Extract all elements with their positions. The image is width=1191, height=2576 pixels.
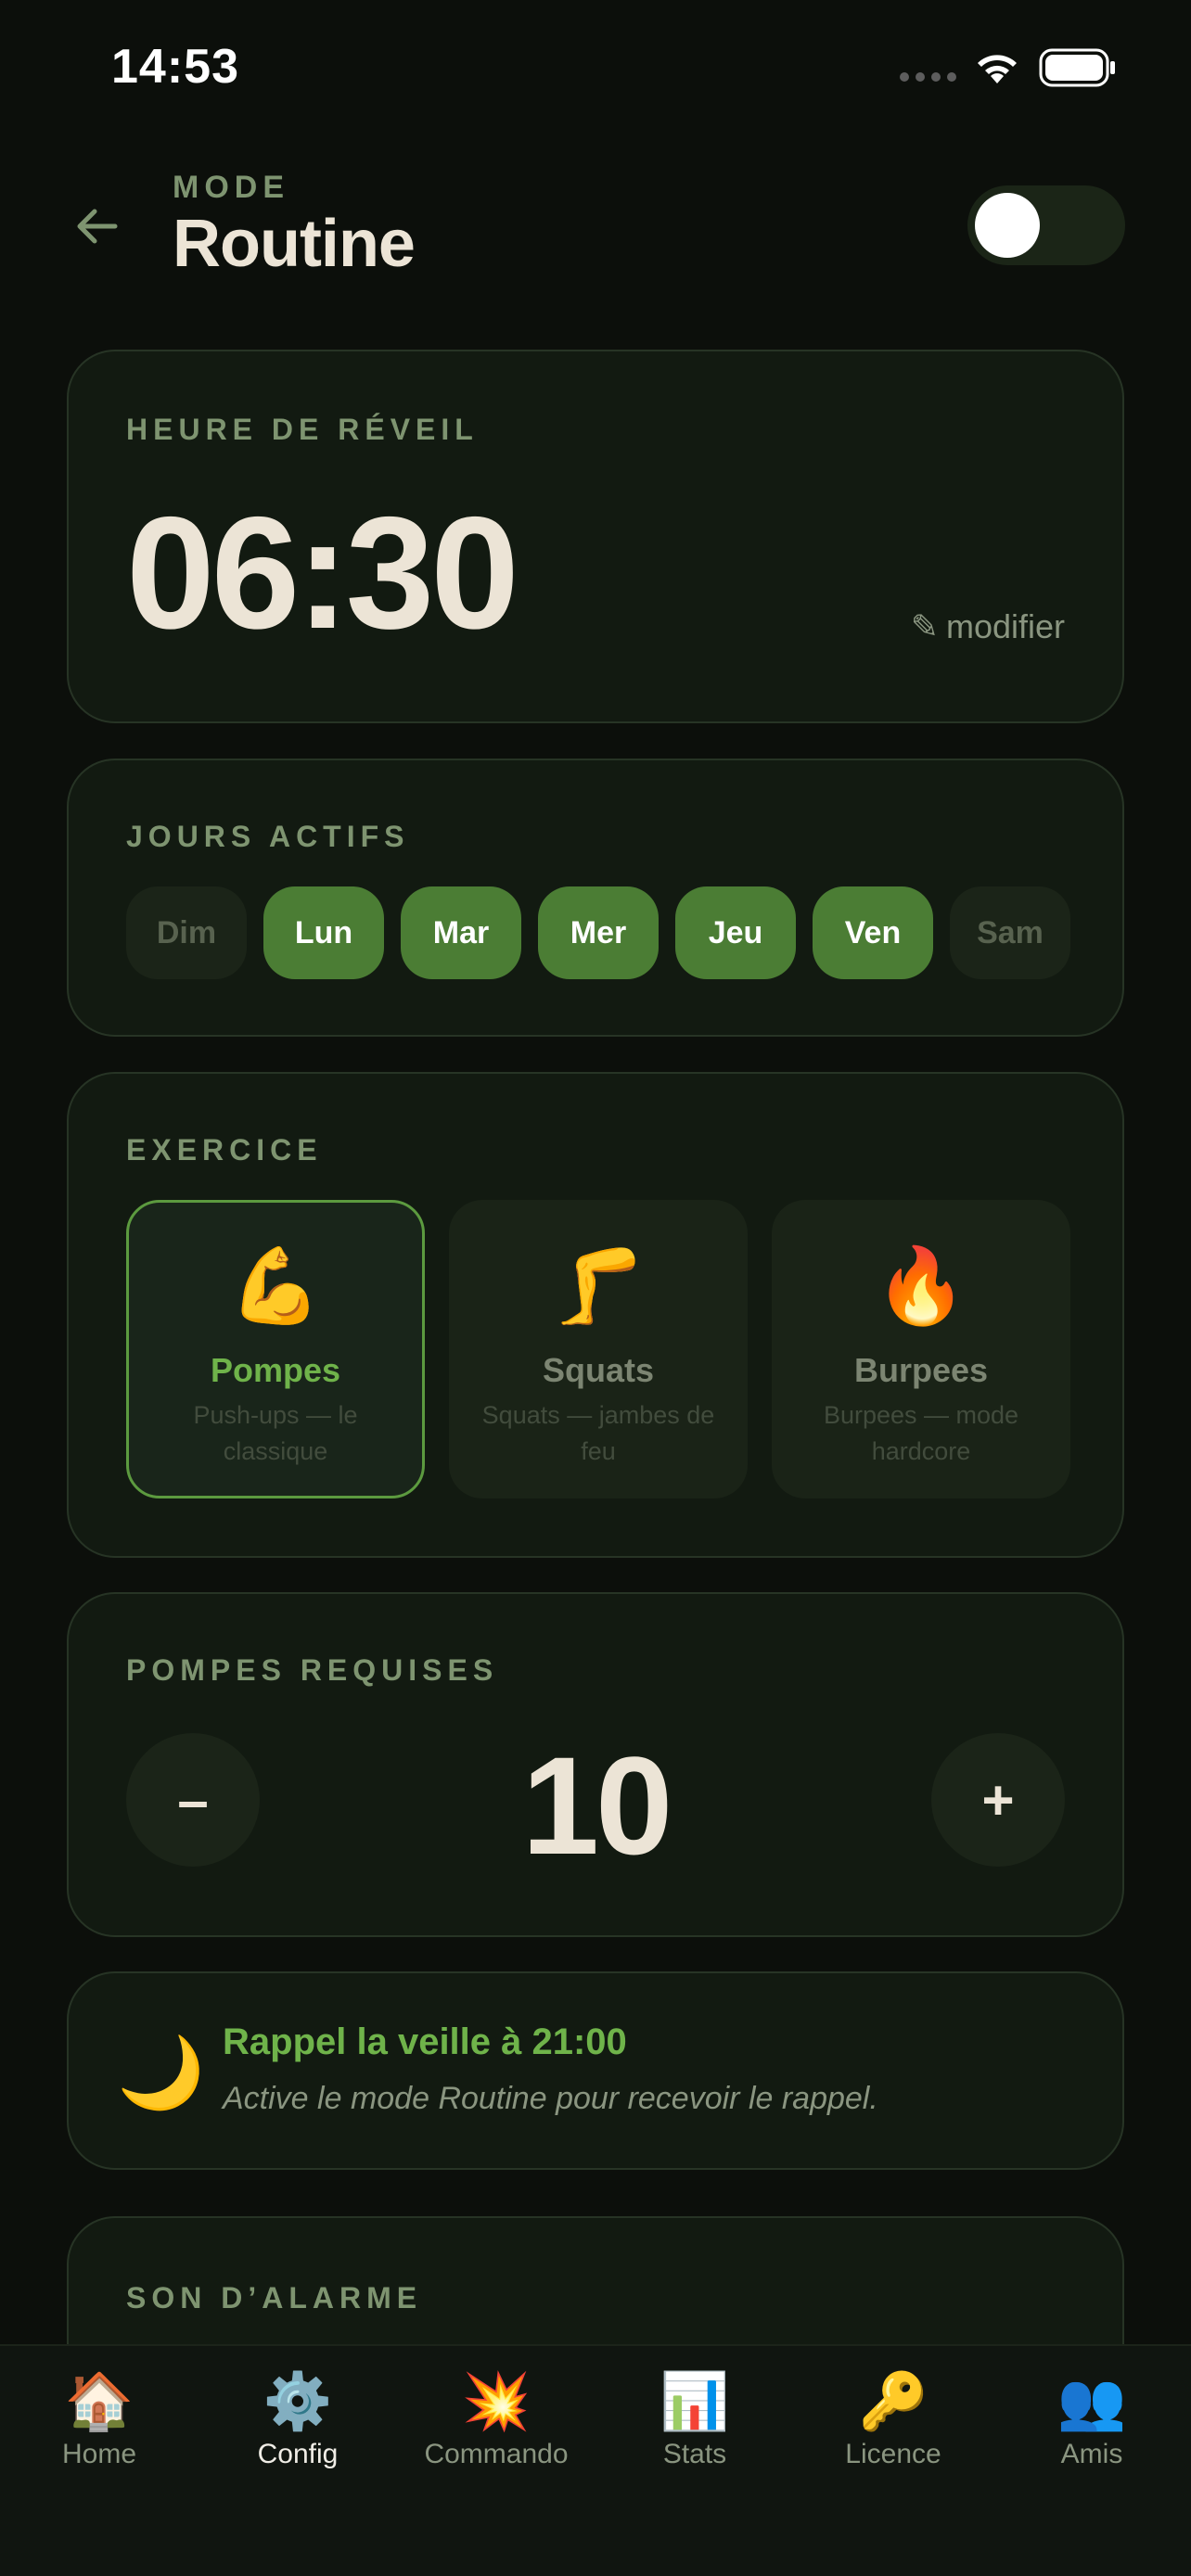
exercise-description: Burpees — mode hardcore [823,1401,1019,1465]
edit-time-label: modifier [945,607,1065,645]
tab-licence[interactable]: 🔑 Licence [794,2346,992,2576]
reminder-text: Active le mode Routine pour recevoir le … [223,2081,878,2116]
alarm-sound-label: SON D’ALARME [126,2281,423,2315]
config-screen: 14:53 MODE Routine HEURE DE RÉVEIL 06:30… [0,0,1191,2576]
exercise-option-burpees[interactable]: 🔥 Burpees Burpees — mode hardcore [772,1200,1070,1498]
fire-icon: 🔥 [875,1244,967,1327]
exercise-option-pompes[interactable]: 💪 Pompes Push-ups — le classique [126,1200,425,1498]
wake-time-value[interactable]: 06:30 [126,481,519,665]
day-chip-mer[interactable]: Mer [538,886,659,979]
day-chip-jeu[interactable]: Jeu [675,886,796,979]
active-days-label: JOURS ACTIFS [126,820,410,853]
active-days-card: JOURS ACTIFS Dim Lun Mar Mer Jeu Ven Sam [67,759,1124,1037]
tab-home[interactable]: 🏠 Home [0,2346,198,2576]
tab-bar: 🏠 Home ⚙️ Config 💥 Commando 📊 Stats 🔑 Li… [0,2344,1191,2576]
exercise-description: Push-ups — le classique [193,1401,358,1465]
status-bar: 14:53 [0,0,1191,139]
mode-toggle[interactable] [967,185,1125,265]
reminder-title: Rappel la veille à 21:00 [223,2021,627,2062]
key-icon: 🔑 [858,2370,928,2432]
tab-commando[interactable]: 💥 Commando [397,2346,596,2576]
pencil-icon: ✎ [910,607,939,645]
exercise-name: Pompes [210,1351,341,1389]
tab-amis[interactable]: 👥 Amis [992,2346,1191,2576]
back-arrow-icon[interactable] [67,197,126,256]
exercise-name: Squats [542,1351,655,1389]
leg-icon: 🦵 [552,1244,645,1327]
tab-label: Stats [662,2439,727,2469]
tab-label: Amis [1060,2439,1123,2469]
day-chip-ven[interactable]: Ven [813,886,933,979]
battery-icon [1039,48,1115,87]
collision-icon: 💥 [461,2370,531,2432]
exercise-name: Burpees [853,1351,989,1389]
page-title: Routine [173,207,416,281]
day-chip-dim[interactable]: Dim [126,886,247,979]
flexed-biceps-icon: 💪 [229,1244,322,1327]
exercise-options: 💪 Pompes Push-ups — le classique 🦵 Squat… [126,1200,1070,1498]
mode-label: MODE [173,170,289,205]
wake-time-card: HEURE DE RÉVEIL 06:30 ✎ modifier [67,350,1124,723]
exercise-description: Squats — jambes de feu [481,1401,715,1465]
gear-icon: ⚙️ [263,2370,333,2432]
increment-button[interactable]: + [931,1733,1065,1867]
wake-time-label: HEURE DE RÉVEIL [126,413,479,446]
required-count-label: POMPES REQUISES [126,1653,499,1687]
tab-label: Licence [845,2439,941,2469]
exercise-option-squats[interactable]: 🦵 Squats Squats — jambes de feu [449,1200,748,1498]
reminder-card: 🌙 Rappel la veille à 21:00 Active le mod… [67,1971,1124,2170]
exercise-card: EXERCICE 💪 Pompes Push-ups — le classiqu… [67,1072,1124,1558]
days-row: Dim Lun Mar Mer Jeu Ven Sam [126,886,1070,979]
edit-time-link[interactable]: ✎ modifier [911,607,1065,646]
exercise-label: EXERCICE [126,1133,323,1167]
users-icon: 👥 [1057,2370,1127,2432]
day-chip-mar[interactable]: Mar [401,886,521,979]
required-count-card: POMPES REQUISES – 10 + [67,1592,1124,1937]
tab-config[interactable]: ⚙️ Config [198,2346,397,2576]
day-chip-lun[interactable]: Lun [263,886,384,979]
bar-chart-icon: 📊 [660,2370,730,2432]
cellular-signal-icon [900,72,956,82]
tab-label: Config [257,2439,339,2469]
house-icon: 🏠 [64,2370,134,2432]
crescent-moon-icon: 🌙 [117,2034,205,2112]
tab-label: Commando [424,2439,569,2469]
day-chip-sam[interactable]: Sam [950,886,1070,979]
tab-label: Home [61,2439,137,2469]
wifi-icon [978,55,1017,83]
status-time: 14:53 [111,40,239,94]
toggle-knob [975,193,1040,258]
tab-stats[interactable]: 📊 Stats [596,2346,794,2576]
